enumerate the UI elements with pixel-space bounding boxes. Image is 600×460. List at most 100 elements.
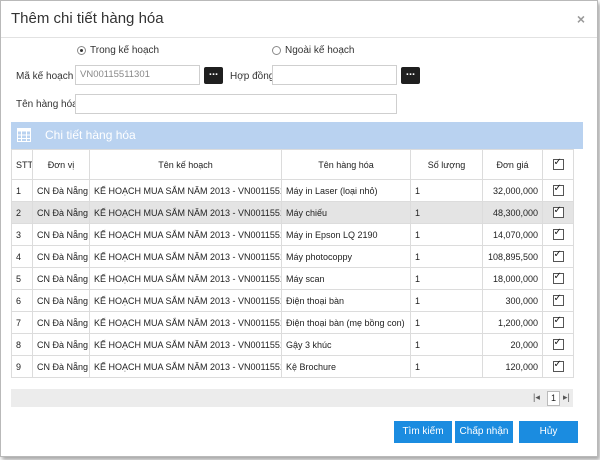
cell-unit-price: 32,000,000 bbox=[482, 179, 543, 202]
table-row[interactable]: 4 CN Đà Nẵng KẾ HOẠCH MUA SẮM NĂM 2013 -… bbox=[11, 245, 574, 268]
radio-out-of-plan[interactable]: Ngoài kế hoạch bbox=[272, 45, 355, 56]
cell-unit-price: 1,200,000 bbox=[482, 311, 543, 334]
cell-select[interactable] bbox=[542, 201, 574, 224]
cell-unit: CN Đà Nẵng bbox=[32, 333, 90, 356]
col-header-stt[interactable]: STT bbox=[11, 149, 33, 180]
row-checkbox[interactable] bbox=[552, 359, 564, 373]
cell-plan-name: KẾ HOẠCH MUA SẮM NĂM 2013 - VN0011551 bbox=[89, 223, 282, 246]
table-pager: |◂ 1 ▸| bbox=[11, 389, 573, 407]
table-row[interactable]: 3 CN Đà Nẵng KẾ HOẠCH MUA SẮM NĂM 2013 -… bbox=[11, 223, 574, 246]
cell-stt: 2 bbox=[11, 201, 33, 224]
row-checkbox[interactable] bbox=[552, 271, 564, 285]
cell-stt: 5 bbox=[11, 267, 33, 290]
current-page[interactable]: 1 bbox=[547, 391, 560, 406]
cell-unit-price: 18,000,000 bbox=[482, 267, 543, 290]
section-title: Chi tiết hàng hóa bbox=[45, 128, 136, 142]
cell-plan-name: KẾ HOẠCH MUA SẮM NĂM 2013 - VN0011551 bbox=[89, 355, 282, 378]
cell-quantity: 1 bbox=[410, 245, 483, 268]
row-checkbox[interactable] bbox=[552, 293, 564, 307]
cell-unit-price: 14,070,000 bbox=[482, 223, 543, 246]
cell-select[interactable] bbox=[542, 179, 574, 202]
cell-unit: CN Đà Nẵng bbox=[32, 201, 90, 224]
cell-select[interactable] bbox=[542, 333, 574, 356]
cell-select[interactable] bbox=[542, 267, 574, 290]
cell-unit: CN Đà Nẵng bbox=[32, 267, 90, 290]
row-checkbox[interactable] bbox=[552, 337, 564, 351]
cell-goods-name: Gậy 3 khúc bbox=[281, 333, 411, 356]
table-header-row: STT Đơn vị Tên kế hoạch Tên hàng hóa Số … bbox=[11, 149, 574, 180]
table-row[interactable]: 5 CN Đà Nẵng KẾ HOẠCH MUA SẮM NĂM 2013 -… bbox=[11, 267, 574, 290]
cell-unit: CN Đà Nẵng bbox=[32, 245, 90, 268]
cell-unit-price: 48,300,000 bbox=[482, 201, 543, 224]
cell-select[interactable] bbox=[542, 289, 574, 312]
cell-goods-name: Điện thoại bàn (mẹ bồng con) bbox=[281, 311, 411, 334]
row-checkbox[interactable] bbox=[552, 205, 564, 219]
plan-code-input[interactable]: VN00115511301 bbox=[75, 65, 200, 85]
cell-plan-name: KẾ HOẠCH MUA SẮM NĂM 2013 - VN0011551 bbox=[89, 179, 282, 202]
row-checkbox[interactable] bbox=[552, 227, 564, 241]
cell-unit-price: 20,000 bbox=[482, 333, 543, 356]
close-icon[interactable]: × bbox=[577, 11, 585, 27]
cell-quantity: 1 bbox=[410, 333, 483, 356]
search-button[interactable]: Tìm kiếm bbox=[394, 421, 452, 443]
cell-unit: CN Đà Nẵng bbox=[32, 311, 90, 334]
last-page-icon[interactable]: ▸| bbox=[563, 392, 570, 403]
cell-select[interactable] bbox=[542, 311, 574, 334]
col-header-quantity[interactable]: Số lượng bbox=[410, 149, 483, 180]
cell-unit-price: 300,000 bbox=[482, 289, 543, 312]
row-checkbox[interactable] bbox=[552, 249, 564, 263]
cancel-button[interactable]: Hủy bbox=[519, 421, 578, 443]
cell-stt: 7 bbox=[11, 311, 33, 334]
cell-quantity: 1 bbox=[410, 267, 483, 290]
contract-input[interactable] bbox=[272, 65, 397, 85]
cell-stt: 3 bbox=[11, 223, 33, 246]
cell-goods-name: Máy in Laser (loại nhỏ) bbox=[281, 179, 411, 202]
table-row[interactable]: 9 CN Đà Nẵng KẾ HOẠCH MUA SẮM NĂM 2013 -… bbox=[11, 355, 574, 378]
goods-name-input[interactable] bbox=[75, 94, 397, 114]
cell-stt: 8 bbox=[11, 333, 33, 356]
goods-name-label: Tên hàng hóa bbox=[16, 99, 78, 110]
cell-plan-name: KẾ HOẠCH MUA SẮM NĂM 2013 - VN0011551 bbox=[89, 333, 282, 356]
cell-goods-name: Điện thoại bàn bbox=[281, 289, 411, 312]
cell-plan-name: KẾ HOẠCH MUA SẮM NĂM 2013 - VN0011551 bbox=[89, 245, 282, 268]
accept-button[interactable]: Chấp nhận bbox=[455, 421, 513, 443]
table-row[interactable]: 6 CN Đà Nẵng KẾ HOẠCH MUA SẮM NĂM 2013 -… bbox=[11, 289, 574, 312]
cell-select[interactable] bbox=[542, 245, 574, 268]
cell-stt: 6 bbox=[11, 289, 33, 312]
cell-goods-name: Máy chiếu bbox=[281, 201, 411, 224]
radio-out-of-plan-label: Ngoài kế hoạch bbox=[285, 45, 355, 56]
row-checkbox[interactable] bbox=[552, 315, 564, 329]
cell-stt: 9 bbox=[11, 355, 33, 378]
cell-select[interactable] bbox=[542, 223, 574, 246]
cell-quantity: 1 bbox=[410, 201, 483, 224]
cell-plan-name: KẾ HOẠCH MUA SẮM NĂM 2013 - VN0011551 bbox=[89, 201, 282, 224]
contract-label: Hợp đồng bbox=[230, 71, 275, 82]
cell-quantity: 1 bbox=[410, 289, 483, 312]
select-all-checkbox[interactable] bbox=[552, 157, 564, 171]
plan-code-label: Mã kế hoạch bbox=[16, 71, 74, 82]
cell-unit: CN Đà Nẵng bbox=[32, 179, 90, 202]
cell-select[interactable] bbox=[542, 355, 574, 378]
col-header-unit-price[interactable]: Đơn giá bbox=[482, 149, 543, 180]
table-row[interactable]: 2 CN Đà Nẵng KẾ HOẠCH MUA SẮM NĂM 2013 -… bbox=[11, 201, 574, 224]
radio-selected-icon[interactable] bbox=[77, 46, 86, 55]
cell-unit-price: 120,000 bbox=[482, 355, 543, 378]
table-row[interactable]: 8 CN Đà Nẵng KẾ HOẠCH MUA SẮM NĂM 2013 -… bbox=[11, 333, 574, 356]
row-checkbox[interactable] bbox=[552, 183, 564, 197]
plan-browse-button[interactable]: ... bbox=[204, 67, 223, 84]
contract-browse-button[interactable]: ... bbox=[401, 67, 420, 84]
first-page-icon[interactable]: |◂ bbox=[533, 392, 540, 403]
cell-goods-name: Máy scan bbox=[281, 267, 411, 290]
col-header-unit[interactable]: Đơn vị bbox=[32, 149, 90, 180]
col-header-select-all[interactable] bbox=[542, 149, 574, 180]
radio-unselected-icon[interactable] bbox=[272, 46, 281, 55]
radio-in-plan[interactable]: Trong kế hoạch bbox=[77, 45, 159, 56]
col-header-goods-name[interactable]: Tên hàng hóa bbox=[281, 149, 411, 180]
cell-quantity: 1 bbox=[410, 355, 483, 378]
cell-quantity: 1 bbox=[410, 223, 483, 246]
table-row[interactable]: 7 CN Đà Nẵng KẾ HOẠCH MUA SẮM NĂM 2013 -… bbox=[11, 311, 574, 334]
cell-quantity: 1 bbox=[410, 179, 483, 202]
table-row[interactable]: 1 CN Đà Nẵng KẾ HOẠCH MUA SẮM NĂM 2013 -… bbox=[11, 179, 574, 202]
cell-goods-name: Kệ Brochure bbox=[281, 355, 411, 378]
col-header-plan-name[interactable]: Tên kế hoạch bbox=[89, 149, 282, 180]
